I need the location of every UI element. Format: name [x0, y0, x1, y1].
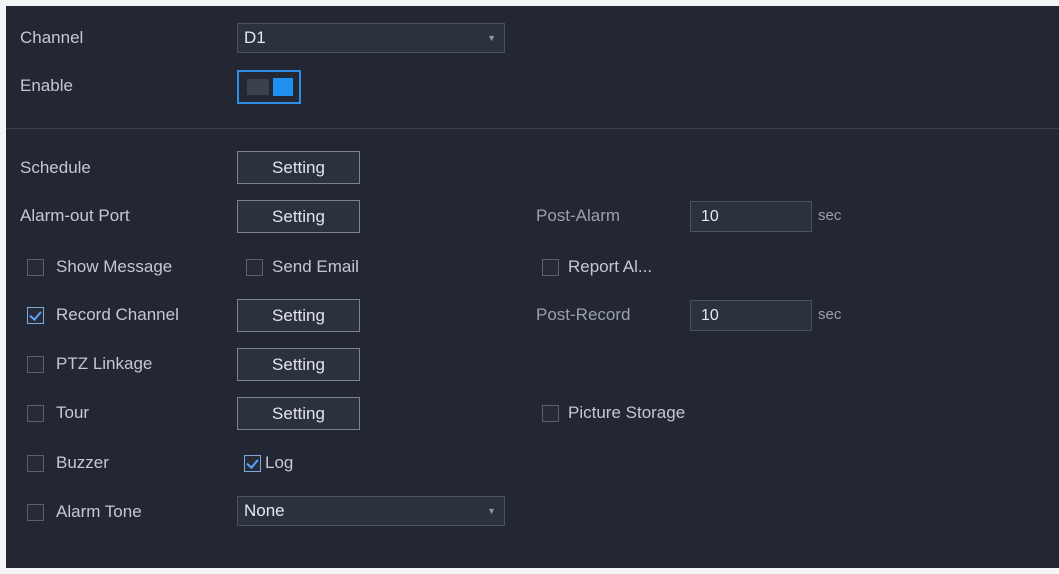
tour-setting-button[interactable]: Setting [237, 397, 360, 430]
send-email-label: Send Email [272, 257, 359, 276]
picture-storage-checkbox[interactable] [542, 405, 559, 422]
log-checkbox[interactable] [244, 455, 261, 472]
chevron-down-icon: ▼ [487, 33, 496, 43]
channel-label: Channel [20, 28, 84, 47]
enable-label: Enable [20, 76, 73, 95]
show-message-label: Show Message [56, 257, 173, 276]
alarm-tone-checkbox[interactable] [27, 504, 44, 521]
ptz-linkage-label: PTZ Linkage [56, 354, 153, 373]
channel-select[interactable]: D1 ▼ [237, 23, 505, 53]
alarm-tone-label: Alarm Tone [56, 502, 142, 521]
post-record-input[interactable]: 10 [690, 300, 812, 331]
record-channel-label: Record Channel [56, 305, 179, 324]
tour-label: Tour [56, 403, 90, 422]
alarm-out-port-label: Alarm-out Port [20, 206, 130, 225]
schedule-setting-button[interactable]: Setting [237, 151, 360, 184]
enable-toggle[interactable] [237, 70, 301, 104]
alarm-settings-panel: Channel D1 ▼ Enable Schedule Setting Ala… [6, 6, 1059, 568]
alarm-tone-value: None [244, 501, 285, 520]
picture-storage-label: Picture Storage [568, 403, 686, 422]
tour-checkbox[interactable] [27, 405, 44, 422]
ptz-linkage-checkbox[interactable] [27, 356, 44, 373]
show-message-checkbox[interactable] [27, 259, 44, 276]
post-alarm-unit: sec [818, 207, 842, 224]
post-alarm-label: Post-Alarm [536, 206, 621, 225]
report-alarm-checkbox[interactable] [542, 259, 559, 276]
toggle-knob [273, 78, 293, 96]
ptz-linkage-setting-button[interactable]: Setting [237, 348, 360, 381]
post-record-label: Post-Record [536, 305, 631, 324]
toggle-track [247, 79, 269, 95]
section-divider [6, 128, 1059, 129]
channel-value: D1 [244, 28, 266, 47]
buzzer-label: Buzzer [56, 453, 109, 472]
log-label: Log [265, 453, 294, 472]
buzzer-checkbox[interactable] [27, 455, 44, 472]
post-alarm-input[interactable]: 10 [690, 201, 812, 232]
send-email-checkbox[interactable] [246, 259, 263, 276]
report-alarm-label: Report Al... [568, 257, 653, 276]
alarm-out-setting-button[interactable]: Setting [237, 200, 360, 233]
chevron-down-icon: ▼ [487, 506, 496, 516]
record-channel-checkbox[interactable] [27, 307, 44, 324]
alarm-tone-select[interactable]: None ▼ [237, 496, 505, 526]
post-record-unit: sec [818, 306, 842, 323]
record-channel-setting-button[interactable]: Setting [237, 299, 360, 332]
schedule-label: Schedule [20, 158, 91, 177]
